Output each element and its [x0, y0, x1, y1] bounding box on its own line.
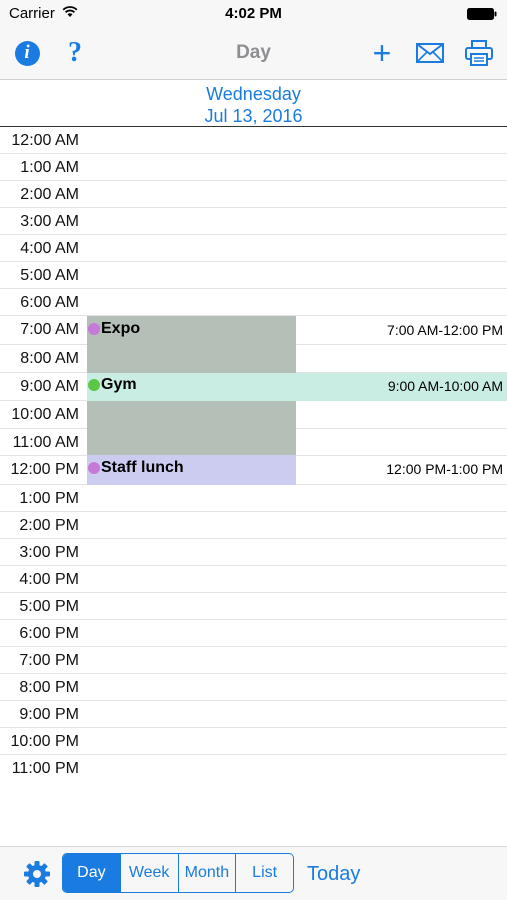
- add-event-button[interactable]: +: [365, 35, 399, 71]
- print-button[interactable]: [462, 38, 496, 68]
- segment-week[interactable]: Week: [121, 854, 179, 892]
- mail-icon: [416, 43, 444, 63]
- hour-row[interactable]: 8:00 PM: [0, 674, 507, 701]
- hour-row[interactable]: 2:00 AM: [0, 181, 507, 208]
- event-title-gym: Gym: [101, 376, 137, 393]
- segment-list[interactable]: List: [236, 854, 293, 892]
- hour-label: 8:00 AM: [20, 350, 79, 367]
- hour-label: 12:00 AM: [11, 132, 79, 149]
- hour-label: 4:00 PM: [19, 571, 79, 588]
- event-time-staff-lunch: 12:00 PM-1:00 PM: [386, 461, 503, 477]
- mail-button[interactable]: [413, 38, 447, 68]
- hour-label: 8:00 PM: [19, 679, 79, 696]
- date-header: Wednesday Jul 13, 2016: [0, 80, 507, 127]
- event-title-expo: Expo: [101, 320, 141, 337]
- event-dot-staff-lunch: [88, 462, 100, 474]
- status-bar: Carrier 4:02 PM: [0, 0, 507, 28]
- hour-row[interactable]: 3:00 PM: [0, 539, 507, 566]
- hour-label: 9:00 PM: [19, 706, 79, 723]
- hour-label: 6:00 AM: [20, 294, 79, 311]
- hour-label: 5:00 PM: [19, 598, 79, 615]
- hour-row[interactable]: 5:00 PM: [0, 593, 507, 620]
- bottom-toolbar: Day Week Month List Today: [0, 846, 507, 900]
- hour-row[interactable]: 12:00 AM: [0, 127, 507, 154]
- print-icon: [465, 40, 493, 66]
- hour-row[interactable]: 7:00 PM: [0, 647, 507, 674]
- hour-row[interactable]: 2:00 PM: [0, 512, 507, 539]
- date-label: Jul 13, 2016: [204, 106, 303, 126]
- hour-row[interactable]: 9:00 PM: [0, 701, 507, 728]
- hour-label: 5:00 AM: [20, 267, 79, 284]
- hour-row[interactable]: 11:00 PM: [0, 755, 507, 782]
- hour-label: 3:00 AM: [20, 213, 79, 230]
- hour-row[interactable]: 3:00 AM: [0, 208, 507, 235]
- hour-row[interactable]: 4:00 AM: [0, 235, 507, 262]
- hour-label: 11:00 AM: [12, 434, 79, 451]
- segment-month[interactable]: Month: [179, 854, 237, 892]
- hour-label: 10:00 AM: [11, 406, 79, 423]
- today-button[interactable]: Today: [307, 863, 360, 886]
- nav-bar: i ? Day +: [0, 28, 507, 80]
- hour-label: 11:00 PM: [11, 760, 79, 777]
- hour-label: 12:00 PM: [10, 461, 79, 478]
- hour-label: 6:00 PM: [19, 625, 79, 642]
- event-dot-gym: [88, 379, 100, 391]
- settings-button[interactable]: [22, 859, 52, 889]
- view-segmented-control: Day Week Month List: [62, 853, 294, 893]
- hour-row[interactable]: 6:00 AM: [0, 289, 507, 316]
- hour-row[interactable]: 1:00 PM: [0, 485, 507, 512]
- gear-icon: [24, 861, 50, 887]
- hour-label: 2:00 PM: [19, 517, 79, 534]
- event-time-gym: 9:00 AM-10:00 AM: [387, 378, 503, 394]
- hour-label: 3:00 PM: [19, 544, 79, 561]
- hour-label: 7:00 AM: [20, 321, 79, 338]
- battery-icon: [467, 8, 497, 20]
- hour-label: 4:00 AM: [20, 240, 79, 257]
- hour-label: 7:00 PM: [19, 652, 79, 669]
- hour-label: 1:00 PM: [19, 490, 79, 507]
- segment-day[interactable]: Day: [63, 854, 121, 892]
- hour-row[interactable]: 10:00 PM: [0, 728, 507, 755]
- add-icon: +: [372, 35, 392, 71]
- status-time: 4:02 PM: [225, 5, 282, 22]
- event-title-staff-lunch: Staff lunch: [101, 459, 184, 476]
- hour-row[interactable]: 4:00 PM: [0, 566, 507, 593]
- hour-row[interactable]: 1:00 AM: [0, 154, 507, 181]
- hour-label: 10:00 PM: [10, 733, 79, 750]
- hour-label: 2:00 AM: [20, 186, 79, 203]
- hour-label: 1:00 AM: [20, 159, 79, 176]
- event-time-expo: 7:00 AM-12:00 PM: [387, 322, 503, 338]
- hour-row[interactable]: 5:00 AM: [0, 262, 507, 289]
- hour-label: 9:00 AM: [20, 378, 79, 395]
- hour-row[interactable]: 6:00 PM: [0, 620, 507, 647]
- event-dot-expo: [88, 323, 100, 335]
- weekday-label: Wednesday: [206, 84, 301, 104]
